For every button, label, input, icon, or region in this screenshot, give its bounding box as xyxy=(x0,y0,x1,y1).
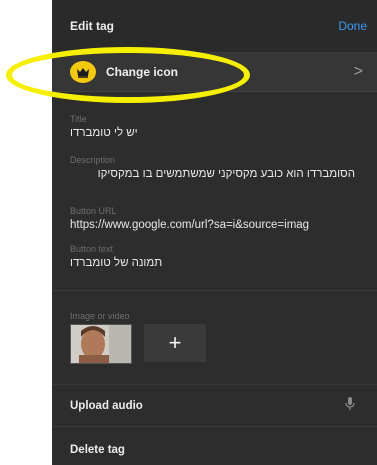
edit-tag-panel: Edit tag Done Change icon > Title יש לי … xyxy=(52,0,377,465)
title-value: יש לי טומברדו xyxy=(70,127,138,139)
media-label: Image or video xyxy=(70,311,130,321)
button-text-value: תמונה של טומברדו xyxy=(70,257,163,269)
button-url-field[interactable]: Button URL https://www.google.com/url?sa… xyxy=(52,206,377,232)
upload-audio-button[interactable]: Upload audio xyxy=(52,388,377,424)
title-label: Title xyxy=(70,114,87,124)
button-url-value: https://www.google.com/url?sa=i&source=i… xyxy=(70,219,310,231)
title-field[interactable]: Title יש לי טומברדו xyxy=(52,114,377,140)
change-icon-button[interactable]: Change icon > xyxy=(52,53,377,92)
section-divider xyxy=(52,290,377,291)
upload-audio-label: Upload audio xyxy=(70,400,143,412)
button-text-label: Button text xyxy=(70,244,114,254)
delete-tag-label: Delete tag xyxy=(70,444,125,456)
change-icon-label: Change icon xyxy=(106,65,179,79)
section-divider xyxy=(52,426,377,427)
delete-tag-button[interactable]: Delete tag xyxy=(52,432,377,465)
panel-header: Edit tag Done xyxy=(52,0,377,53)
section-divider xyxy=(52,384,377,385)
person-photo-icon xyxy=(71,325,131,363)
crown-icon xyxy=(70,61,96,83)
description-value: הסומברדו הוא כובע מקסיקני שמשתמשים בו במ… xyxy=(97,168,355,180)
done-button[interactable]: Done xyxy=(338,19,367,33)
chevron-right-icon: > xyxy=(353,63,363,80)
media-section: Image or video xyxy=(52,311,377,323)
button-text-field[interactable]: Button text תמונה של טומברדו xyxy=(52,244,377,270)
description-label: Description xyxy=(70,155,116,165)
add-media-button[interactable]: + xyxy=(144,324,206,362)
microphone-icon xyxy=(345,396,355,416)
media-row: + xyxy=(70,324,206,364)
media-thumbnail[interactable] xyxy=(70,324,132,364)
description-field[interactable]: Description הסומברדו הוא כובע מקסיקני שמ… xyxy=(52,155,377,181)
panel-title: Edit tag xyxy=(70,19,114,33)
button-url-label: Button URL xyxy=(70,206,117,216)
